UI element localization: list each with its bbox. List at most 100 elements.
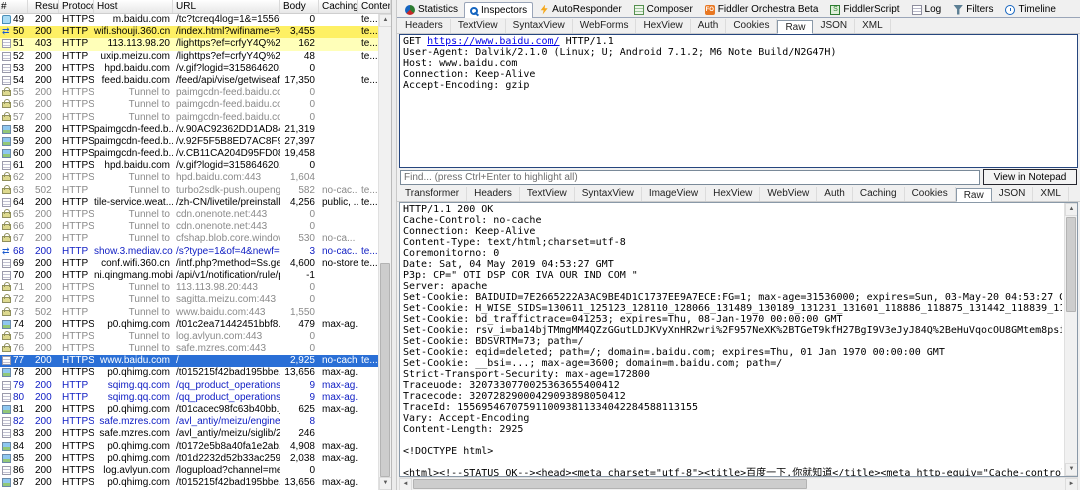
session-row-52[interactable]: 52 200 HTTP uxip.meizu.com/lighttps?ef=crfy… xyxy=(0,51,378,63)
session-row-72[interactable]: 72 200 HTTPS Tunnel to sagitta.meizu.com:443… xyxy=(0,294,378,306)
session-row-80[interactable]: 80 200 HTTP sqimg.qq.com/qq_product_operati… xyxy=(0,392,378,404)
session-row-67[interactable]: 67 200 HTTP Tunnel to cfshap.blob.core.windo… xyxy=(0,233,378,245)
column-header-host[interactable]: Host xyxy=(94,0,173,13)
session-row-85[interactable]: 85 200 HTTPS p0.qhimg.com/t01d2232d52b33ac2… xyxy=(0,453,378,465)
session-row-81[interactable]: 81 200 HTTPS p0.qhimg.com/t01cacec98fc63b40… xyxy=(0,404,378,416)
response-raw-view[interactable]: HTTP/1.1 200 OK Cache-Control: no-cache Co… xyxy=(399,202,1078,477)
scroll-left-arrow[interactable]: ◄ xyxy=(399,478,412,490)
tab-textview[interactable]: TextView xyxy=(451,19,506,33)
tab-auth[interactable]: Auth xyxy=(691,19,727,33)
cell-text: paimgcdn-feed.baidu.co... xyxy=(176,87,280,99)
request-url-link[interactable]: https://www.baidu.com/ xyxy=(427,36,559,47)
tab-hexview[interactable]: HexView xyxy=(636,19,691,33)
tab-xml[interactable]: XML xyxy=(1033,187,1069,201)
find-input[interactable] xyxy=(400,169,980,185)
column-header-protocol[interactable]: Protocol xyxy=(59,0,94,13)
tab-fiddlerscript[interactable]: S FiddlerScript xyxy=(824,1,905,17)
session-row-61[interactable]: 61 200 HTTPS hpd.baidu.com/v.gif?logid=3158… xyxy=(0,160,378,172)
session-row-65[interactable]: 65 200 HTTPS Tunnel to cdn.onenote.net:443 0 xyxy=(0,209,378,221)
scroll-up-arrow[interactable]: ▲ xyxy=(1065,203,1077,216)
session-row-66[interactable]: 66 200 HTTPS Tunnel to cdn.onenote.net:443 0 xyxy=(0,221,378,233)
scroll-up-arrow[interactable]: ▲ xyxy=(379,14,391,27)
view-in-notepad-button[interactable]: View in Notepad xyxy=(983,169,1077,185)
tab-cookies[interactable]: Cookies xyxy=(726,19,778,33)
session-row-50[interactable]: 50 200 HTTP wifi.shouji.360.cn/index.html?w… xyxy=(0,26,378,39)
tab-headers[interactable]: Headers xyxy=(398,19,451,33)
session-row-54[interactable]: 54 200 HTTPS feed.baidu.com/feed/api/vise/g… xyxy=(0,75,378,87)
tab-json[interactable]: JSON xyxy=(813,19,856,33)
session-row-55[interactable]: 55 200 HTTPS Tunnel to paimgcdn-feed.baidu.c… xyxy=(0,87,378,99)
column-header-result[interactable]: Result xyxy=(28,0,59,13)
session-row-77[interactable]: 77 200 HTTPS www.baidu.com / 2,925 no-cachete.… xyxy=(0,355,378,368)
response-horizontal-scrollbar[interactable]: ◄ ► xyxy=(399,477,1078,490)
tab-log[interactable]: Log xyxy=(906,1,948,17)
tab-fiddler-orchestra-beta[interactable]: FO Fiddler Orchestra Beta xyxy=(699,1,825,17)
session-row-60[interactable]: 60 200 HTTPS paimgcdn-feed.b.../v.CB11CA204… xyxy=(0,148,378,160)
column-header-body[interactable]: Body xyxy=(280,0,319,13)
session-row-75[interactable]: 75 200 HTTPS Tunnel to log.avlyun.com:443 0 xyxy=(0,330,378,343)
session-row-63[interactable]: 63 502 HTTP Tunnel to turbo2sdk-push.oupeng.… xyxy=(0,184,378,197)
session-row-64[interactable]: 64 200 HTTP tile-service.weat.../zh-CN/live… xyxy=(0,197,378,209)
column-header-url[interactable]: URL xyxy=(173,0,280,13)
cell-text: HTTPS xyxy=(62,404,94,415)
tab-filters[interactable]: Filters xyxy=(947,1,999,17)
session-row-70[interactable]: 70 200 HTTP ni.qingmang.mobi/api/v1/notific… xyxy=(0,270,378,282)
session-row-83[interactable]: 83 200 HTTPS safe.mzres.com/avl_antiy/meizu… xyxy=(0,428,378,440)
cell-text: sagitta.meizu.com:443 xyxy=(176,294,277,306)
session-list-scrollbar[interactable]: ▲ ▼ xyxy=(378,14,391,490)
session-row-62[interactable]: 62 200 HTTPS Tunnel to hpd.baidu.com:443 1,60… xyxy=(0,172,378,184)
session-row-78[interactable]: 78 200 HTTPS p0.qhimg.com/t015215f42bad195b… xyxy=(0,367,378,379)
tab-caching[interactable]: Caching xyxy=(853,187,905,201)
session-row-74[interactable]: 74 200 HTTPS p0.qhimg.com/t01c2ea71442451bb… xyxy=(0,319,378,331)
session-row-76[interactable]: 76 200 HTTPS Tunnel to safe.mzres.com:443 0 xyxy=(0,343,378,355)
session-row-59[interactable]: 59 200 HTTPS paimgcdn-feed.b.../v.92F5F5B8E… xyxy=(0,136,378,148)
tab-json[interactable]: JSON xyxy=(992,187,1034,201)
tab-textview[interactable]: TextView xyxy=(520,187,575,201)
tab-timeline[interactable]: Timeline xyxy=(999,1,1061,17)
session-row-68[interactable]: 68 200 HTTP show.3.mediav.com/s?type=1&of=4… xyxy=(0,246,378,258)
column-header-content-type[interactable]: # xyxy=(0,0,28,13)
tab-auth[interactable]: Auth xyxy=(817,187,853,201)
session-row-57[interactable]: 57 200 HTTPS Tunnel to paimgcdn-feed.baidu.c… xyxy=(0,111,378,124)
session-row-49[interactable]: 49 200 HTTPS m.baidu.com/tc?tcreq4log=1&=15… xyxy=(0,14,378,26)
scroll-down-arrow[interactable]: ▼ xyxy=(1065,463,1077,476)
tab-xml[interactable]: XML xyxy=(855,19,891,33)
tab-transformer[interactable]: Transformer xyxy=(398,187,468,201)
scroll-thumb[interactable] xyxy=(380,262,390,477)
request-raw-view[interactable]: GET https://www.baidu.com/ HTTP/1.1 User-… xyxy=(399,34,1078,168)
tab-headers[interactable]: Headers xyxy=(467,187,520,201)
response-scrollbar[interactable]: ▲ ▼ xyxy=(1064,203,1077,476)
scroll-thumb[interactable] xyxy=(413,479,807,489)
tab-cookies[interactable]: Cookies xyxy=(905,187,956,201)
session-row-87[interactable]: 87 200 HTTPS p0.qhimg.com/t015215f42bad195b… xyxy=(0,477,378,489)
scroll-down-arrow[interactable]: ▼ xyxy=(379,477,391,490)
tab-raw[interactable]: Raw xyxy=(777,20,814,34)
session-row-82[interactable]: 82 200 HTTPS safe.mzres.com/avl_antiy/meizu… xyxy=(0,416,378,428)
session-row-56[interactable]: 56 200 HTTPS Tunnel to paimgcdn-feed.baidu.c… xyxy=(0,99,378,111)
session-row-86[interactable]: 86 200 HTTPS log.avlyun.com/logupload?chann… xyxy=(0,465,378,477)
tab-webforms[interactable]: WebForms xyxy=(573,19,637,33)
tab-webview[interactable]: WebView xyxy=(760,187,818,201)
tab-syntaxview[interactable]: SyntaxView xyxy=(506,19,573,33)
tab-syntaxview[interactable]: SyntaxView xyxy=(575,187,642,201)
tab-raw[interactable]: Raw xyxy=(955,188,992,202)
scroll-thumb[interactable] xyxy=(1066,217,1076,312)
session-row-79[interactable]: 79 200 HTTP sqimg.qq.com/qq_product_operati… xyxy=(0,380,378,392)
cell-url: /v.gif?logid=3158646201... xyxy=(173,160,280,172)
session-row-73[interactable]: 73 502 HTTP Tunnel to www.baidu.com:443 1,550 xyxy=(0,306,378,319)
tab-inspectors[interactable]: Inspectors xyxy=(464,2,534,18)
tab-hexview[interactable]: HexView xyxy=(706,187,761,201)
tab-statistics[interactable]: Statistics xyxy=(399,1,464,17)
session-row-51[interactable]: 51 403 HTTP 113.113.98.20/lighttps?ef=crfyY… xyxy=(0,38,378,51)
scroll-right-arrow[interactable]: ► xyxy=(1065,478,1078,490)
session-row-58[interactable]: 58 200 HTTPS paimgcdn-feed.b.../v.90AC92362… xyxy=(0,124,378,136)
session-row-84[interactable]: 84 200 HTTPS p0.qhimg.com/t0172e5b8a40fa1e2… xyxy=(0,441,378,453)
column-header-caching[interactable]: Caching xyxy=(319,0,358,13)
column-header-content-type[interactable]: Content-Type xyxy=(358,0,391,13)
session-row-71[interactable]: 71 200 HTTPS Tunnel to 113.113.98.20:443 0 xyxy=(0,282,378,294)
tab-composer[interactable]: Composer xyxy=(628,1,699,17)
tab-autoresponder[interactable]: AutoResponder xyxy=(533,1,628,17)
tab-imageview[interactable]: ImageView xyxy=(642,187,707,201)
session-row-69[interactable]: 69 200 HTTP conf.wifi.360.cn/intf.php?metho… xyxy=(0,258,378,270)
session-row-53[interactable]: 53 200 HTTPS hpd.baidu.com/v.gif?logid=3158… xyxy=(0,63,378,75)
